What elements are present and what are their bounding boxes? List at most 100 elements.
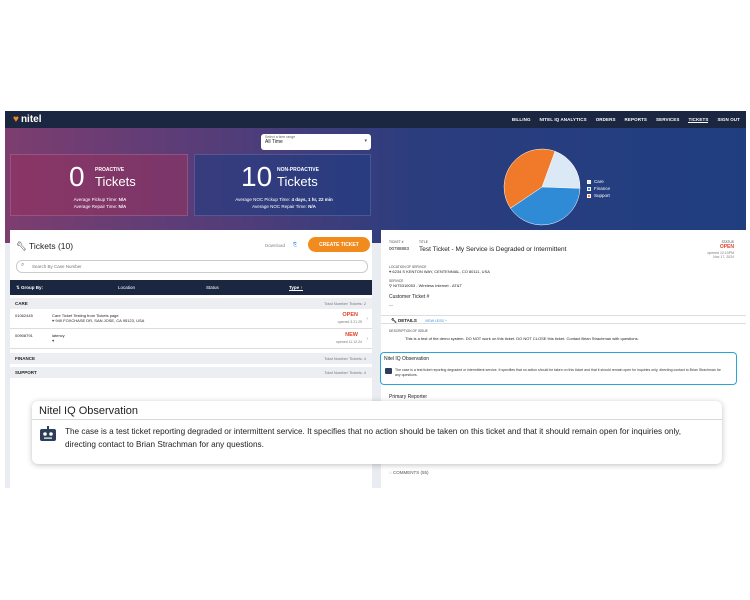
customer-ticket-value: ---: [389, 302, 393, 307]
observation-text: The case is a test ticket reporting degr…: [395, 368, 721, 377]
primary-reporter: Primary Reporter: [389, 394, 428, 400]
download-link[interactable]: Download: [265, 243, 285, 248]
desc-label: DESCRIPTION OF ISSUE: [389, 329, 428, 333]
proactive-heading: PROACTIVE: [95, 167, 125, 173]
status-badge: OPEN: [719, 244, 734, 250]
heart-icon: ♥: [13, 114, 19, 125]
group-by-bar: ⇅ Group By: Location Status Type ↑: [10, 280, 372, 295]
group-name: FINANCE: [15, 356, 35, 361]
group-support[interactable]: SUPPORT Total Number Tickets: 4: [10, 367, 372, 378]
non-proactive-pickup: Average NOC Pickup Time: 4 days, 1 hr, 2…: [235, 197, 333, 202]
service-value: ⚲ NIT5310053 - Wireless Internet - AT&T: [389, 283, 462, 288]
nitel-logo[interactable]: ♥ nitel: [13, 114, 42, 125]
non-proactive-count: 10: [241, 161, 273, 192]
non-proactive-label: Tickets: [277, 174, 318, 189]
observation-popup: Nitel IQ Observation The case is a test …: [32, 401, 722, 464]
create-ticket-button[interactable]: CREATE TICKET: [308, 237, 370, 252]
group-status[interactable]: Status: [206, 285, 219, 290]
time-range-value: All Time: [265, 139, 283, 145]
observation-box: Nitel IQ Observation The case is a test …: [380, 352, 737, 385]
ticket-num-label: TICKET #: [389, 240, 404, 244]
robot-icon: [40, 426, 56, 441]
group-by-label: ⇅ Group By:: [16, 285, 44, 290]
ticket-number: 00908791: [15, 333, 33, 338]
non-proactive-heading: NON-PROACTIVE: [277, 167, 319, 173]
observation-title: Nitel IQ Observation: [384, 356, 430, 362]
chevron-right-icon: ›: [366, 336, 368, 342]
ticket-opened: opened 11.12.24: [335, 340, 362, 344]
summary-hero: Select a time range All Time ▾ 0 PROACTI…: [5, 128, 746, 243]
search-input[interactable]: Search By Case Number: [16, 260, 368, 273]
group-finance[interactable]: FINANCE Total Number Tickets: 4: [10, 353, 372, 364]
ticket-number: 01062445: [15, 313, 33, 318]
chevron-down-icon: ▾: [364, 138, 367, 144]
popup-title: Nitel IQ Observation: [39, 405, 139, 417]
arrow-up-icon: ↑: [300, 285, 303, 290]
ticket-desc: Care Ticket Testing from Tickets page ⌖ …: [52, 313, 145, 323]
sort-icon: ⇅: [16, 285, 20, 290]
tickets-title: 🔧︎ Tickets (10): [16, 241, 74, 251]
group-location[interactable]: Location: [118, 285, 135, 290]
wrench-icon: 🔧︎: [391, 318, 397, 323]
status-opened: opened 12:10PM Nov 17, 2024: [707, 251, 734, 259]
proactive-label: Tickets: [95, 174, 136, 189]
non-proactive-repair: Average NOC Repair Time: N/A: [252, 204, 316, 209]
group-name: CARE: [15, 301, 28, 306]
view-less-link[interactable]: VIEW LESS ^: [425, 319, 447, 323]
chevron-right-icon: ›: [366, 316, 368, 322]
pie-chart: [503, 148, 581, 226]
customer-ticket-label: Customer Ticket #: [389, 294, 430, 300]
proactive-card: 0 PROACTIVE Tickets Average Pickup Time:…: [10, 154, 188, 216]
nav-tickets[interactable]: TICKETS: [688, 117, 709, 123]
top-nav: ♥ nitel BILLING NITEL IQ ANALYTICS ORDER…: [5, 111, 746, 128]
group-total: Total Number Tickets: 4: [324, 370, 366, 375]
popup-text: The case is a test ticket reporting degr…: [65, 427, 682, 449]
table-row[interactable]: 01062445 Care Ticket Testing from Ticket…: [10, 311, 372, 329]
pie-legend: Care Finance Support: [587, 179, 610, 200]
ticket-opened: opened 3.21.25: [337, 320, 362, 324]
group-total: Total Number Tickets: 4: [324, 356, 366, 361]
location-pin-icon: ⌖: [389, 269, 392, 274]
nav-billing[interactable]: BILLING: [512, 117, 531, 122]
legend-swatch-support: [587, 193, 591, 198]
nav-reports[interactable]: REPORTS: [625, 117, 647, 122]
location-pin-icon: ⌖: [52, 338, 55, 343]
details-label: 🔧︎ DETAILS: [391, 318, 417, 323]
legend-swatch-finance: [587, 186, 591, 191]
comments-tab[interactable]: ◌ COMMENTS (55): [389, 470, 428, 475]
table-row[interactable]: 00908791 latency ⌖ NEW opened 11.12.24 ›: [10, 331, 372, 349]
download-icon[interactable]: ⎘: [293, 242, 297, 248]
details-toggle[interactable]: 🔧︎ DETAILS VIEW LESS ^: [381, 315, 746, 324]
group-care[interactable]: CARE Total Number Tickets: 2: [10, 298, 372, 309]
nav-services[interactable]: SERVICES: [656, 117, 679, 122]
proactive-repair: Average Repair Time: N/A: [73, 204, 127, 209]
group-type[interactable]: Type ↑: [289, 285, 303, 291]
wrench-icon: 🔧︎: [16, 241, 27, 251]
network-icon: ⚲: [389, 283, 392, 288]
legend-swatch-care: [587, 179, 591, 184]
group-total: Total Number Tickets: 2: [324, 301, 366, 306]
desc-value: This is a test of the demo system. DO NO…: [405, 336, 639, 341]
location-value: ⌖ 6234 S KENTON WAY, CENTENNIAL, CO 8011…: [389, 269, 490, 274]
title-label: TITLE: [419, 240, 428, 244]
comment-icon: ◌: [389, 470, 392, 475]
nav-sign-out[interactable]: SIGN OUT: [717, 117, 740, 122]
robot-icon: [385, 368, 392, 374]
legend-care[interactable]: Care: [587, 179, 610, 184]
proactive-pickup: Average Pickup Time: N/A: [73, 197, 127, 202]
ticket-num-value: 00788883: [389, 246, 410, 251]
non-proactive-card: 10 NON-PROACTIVE Tickets Average NOC Pic…: [194, 154, 371, 216]
nav-nitel-iq-analytics[interactable]: NITEL IQ ANALYTICS: [540, 117, 587, 122]
group-name: SUPPORT: [15, 370, 37, 375]
nav-orders[interactable]: ORDERS: [596, 117, 616, 122]
legend-support[interactable]: Support: [587, 193, 610, 198]
brand-name: nitel: [20, 114, 42, 125]
ticket-status: OPEN: [342, 312, 358, 318]
ticket-status: NEW: [345, 332, 358, 338]
legend-finance[interactable]: Finance: [587, 186, 610, 191]
nav-links: BILLING NITEL IQ ANALYTICS ORDERS REPORT…: [512, 111, 740, 128]
popup-divider: [32, 419, 722, 420]
ticket-title: Test Ticket - My Service is Degraded or …: [419, 246, 567, 253]
time-range-select[interactable]: Select a time range All Time ▾: [261, 134, 371, 150]
proactive-count: 0: [69, 161, 85, 192]
